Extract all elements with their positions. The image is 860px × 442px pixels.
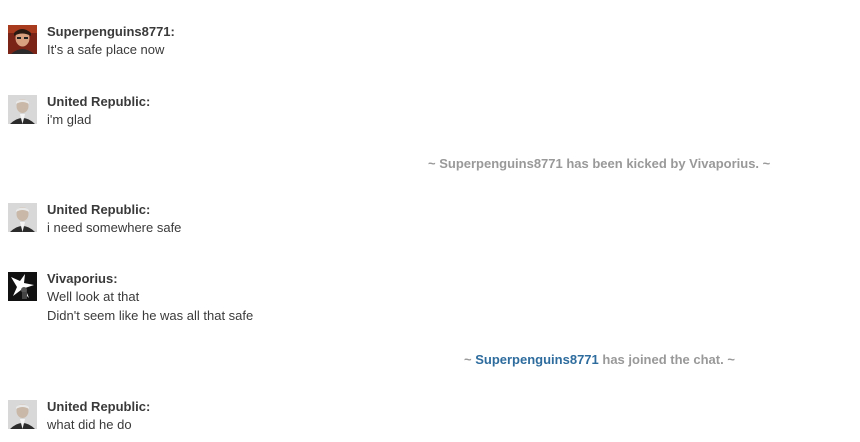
alert-suffix: has joined the chat. ~: [598, 352, 735, 367]
username[interactable]: Superpenguins8771:: [47, 24, 607, 40]
message-text: Didn't seem like he was all that safe: [47, 308, 254, 323]
portrait-icon: [8, 25, 37, 54]
avatar[interactable]: [8, 400, 37, 429]
avatar[interactable]: [8, 95, 37, 124]
username[interactable]: United Republic:: [47, 399, 607, 415]
username[interactable]: Vivaporius:: [47, 271, 607, 287]
message-text: It's a safe place now: [47, 42, 165, 57]
portrait-icon: [8, 400, 37, 429]
portrait-icon: [8, 95, 37, 124]
avatar[interactable]: [8, 272, 37, 301]
username[interactable]: United Republic:: [47, 94, 607, 110]
inline-alert-kick: ~ Superpenguins8771 has been kicked by V…: [428, 156, 771, 171]
username[interactable]: United Republic:: [47, 202, 607, 218]
chat-log: Superpenguins8771: It's a safe place now…: [0, 0, 860, 442]
portrait-icon: [8, 203, 37, 232]
alert-user-link[interactable]: Superpenguins8771: [475, 352, 599, 367]
avatar[interactable]: [8, 203, 37, 232]
inline-alert-join: ~ Superpenguins8771 has joined the chat.…: [464, 352, 735, 368]
message-text: i need somewhere safe: [47, 220, 182, 235]
message-text: i'm glad: [47, 112, 92, 127]
alert-prefix: ~: [464, 352, 476, 367]
message-text: Well look at that: [47, 289, 140, 304]
message-text: what did he do: [47, 417, 132, 432]
avatar[interactable]: [8, 25, 37, 54]
star-silhouette-icon: [8, 272, 37, 301]
